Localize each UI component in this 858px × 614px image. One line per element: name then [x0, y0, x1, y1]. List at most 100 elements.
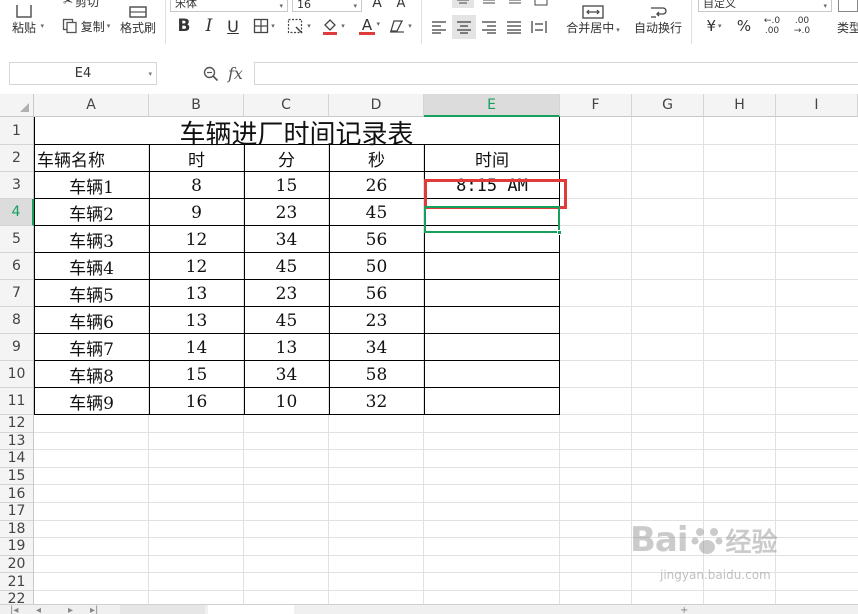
borders-button[interactable]: ▾: [249, 16, 279, 36]
data-cell-c3[interactable]: 15: [244, 172, 329, 199]
data-cell-d9[interactable]: 34: [329, 334, 424, 361]
align-left-button[interactable]: [428, 16, 450, 38]
currency-caret-icon[interactable]: ▾: [718, 22, 722, 30]
bold-button[interactable]: B: [174, 16, 194, 36]
fill-color-caret-icon[interactable]: ▾: [341, 22, 345, 30]
column-header-g[interactable]: G: [632, 94, 704, 117]
add-sheet-icon[interactable]: +: [680, 605, 688, 614]
clear-format-button[interactable]: ▾: [384, 16, 416, 36]
data-cell-a9[interactable]: 车辆7: [34, 334, 149, 361]
column-header-f[interactable]: F: [560, 94, 632, 117]
align-center-button[interactable]: [452, 15, 476, 39]
header-cell-d[interactable]: 秒: [329, 145, 424, 172]
sheet-tab[interactable]: [298, 605, 388, 614]
merge-center-caret-icon[interactable]: ▾: [616, 26, 620, 34]
row-header-6[interactable]: 6: [0, 253, 34, 280]
row-header-15[interactable]: 15: [0, 467, 34, 486]
align-bottom-button[interactable]: [504, 0, 526, 8]
cell-style-caret-icon[interactable]: ▾: [307, 22, 311, 30]
data-cell-d5[interactable]: 56: [329, 226, 424, 253]
font-color-button[interactable]: A ▾: [352, 16, 382, 36]
data-cell-c8[interactable]: 45: [244, 307, 329, 334]
justify-button[interactable]: [503, 16, 525, 38]
data-cell-c5[interactable]: 34: [244, 226, 329, 253]
row-header-13[interactable]: 13: [0, 432, 34, 451]
insert-function-button[interactable]: fx: [228, 64, 243, 83]
row-header-20[interactable]: 20: [0, 555, 34, 574]
number-format-select[interactable]: 自定义 ▾: [698, 0, 832, 12]
row-header-18[interactable]: 18: [0, 520, 34, 539]
sheet-title-cell[interactable]: 车辆进厂时间记录表: [34, 118, 559, 150]
column-header-e[interactable]: E: [424, 94, 560, 117]
percent-button[interactable]: %: [734, 16, 754, 36]
row-header-5[interactable]: 5: [0, 226, 34, 253]
row-header-2[interactable]: 2: [0, 145, 34, 172]
fill-handle[interactable]: [557, 230, 562, 235]
row-header-12[interactable]: 12: [0, 415, 34, 433]
data-cell-a6[interactable]: 车辆4: [34, 253, 149, 280]
data-cell-e11[interactable]: [424, 388, 560, 415]
sheet-tab-active[interactable]: [208, 605, 294, 614]
row-header-7[interactable]: 7: [0, 280, 34, 307]
increase-decimal-button[interactable]: ←.0 .00: [758, 14, 786, 38]
sheet-tab[interactable]: [476, 605, 556, 614]
zoom-search-icon[interactable]: [203, 66, 219, 82]
data-cell-a3[interactable]: 车辆1: [34, 172, 149, 199]
cell-style-button[interactable]: ▾: [283, 16, 315, 36]
align-middle-button[interactable]: [478, 0, 500, 8]
font-color-caret-icon[interactable]: ▾: [376, 20, 380, 28]
data-cell-a8[interactable]: 车辆6: [34, 307, 149, 334]
data-cell-d7[interactable]: 56: [329, 280, 424, 307]
name-box[interactable]: E4 ▾: [9, 62, 157, 85]
header-cell-c[interactable]: 分: [244, 145, 329, 172]
type-convert-button[interactable]: 类型: [834, 16, 858, 38]
data-cell-a5[interactable]: 车辆3: [34, 226, 149, 253]
row-header-14[interactable]: 14: [0, 450, 34, 468]
data-cell-d8[interactable]: 23: [329, 307, 424, 334]
header-cell-a[interactable]: 车辆名称: [34, 145, 149, 172]
borders-caret-icon[interactable]: ▾: [271, 22, 275, 30]
column-header-h[interactable]: H: [704, 94, 776, 117]
fill-color-button[interactable]: ▾: [318, 16, 348, 36]
row-header-17[interactable]: 17: [0, 503, 34, 521]
data-cell-b4[interactable]: 9: [149, 199, 244, 226]
grow-font-button[interactable]: A: [368, 0, 386, 11]
data-cell-b3[interactable]: 8: [149, 172, 244, 199]
data-cell-b8[interactable]: 13: [149, 307, 244, 334]
decrease-decimal-button[interactable]: .00 →.0: [788, 14, 816, 38]
data-cell-c10[interactable]: 34: [244, 361, 329, 388]
data-cell-b10[interactable]: 15: [149, 361, 244, 388]
active-cell-e4[interactable]: [424, 206, 560, 233]
format-painter-button[interactable]: 格式刷: [116, 0, 160, 40]
data-cell-d3[interactable]: 26: [329, 172, 424, 199]
sheet-tab[interactable]: [392, 605, 472, 614]
row-header-8[interactable]: 8: [0, 307, 34, 334]
data-cell-b5[interactable]: 12: [149, 226, 244, 253]
copy-button[interactable]: 复制 ▾: [56, 16, 116, 36]
font-size-select[interactable]: 16 ▾: [292, 0, 362, 12]
number-format-chevron-down-icon[interactable]: ▾: [823, 2, 827, 10]
clear-format-caret-icon[interactable]: ▾: [408, 22, 412, 30]
column-header-i[interactable]: I: [776, 94, 858, 117]
merge-center-button[interactable]: 合并居中 ▾: [560, 0, 626, 40]
data-cell-a4[interactable]: 车辆2: [34, 199, 149, 226]
align-top-button[interactable]: [452, 0, 474, 8]
sheet-tab[interactable]: [120, 605, 205, 614]
underline-button[interactable]: U: [223, 16, 243, 36]
data-cell-e6[interactable]: [424, 253, 560, 280]
font-name-select[interactable]: 宋体 ▾: [170, 0, 288, 12]
prev-sheet-nav-icon[interactable]: ◂: [36, 605, 41, 614]
row-header-9[interactable]: 9: [0, 334, 34, 361]
paste-caret-icon[interactable]: ▾: [40, 22, 44, 30]
name-box-chevron-down-icon[interactable]: ▾: [148, 70, 152, 78]
sheet-tab[interactable]: [560, 605, 640, 614]
italic-button[interactable]: I: [199, 16, 219, 36]
font-name-chevron-down-icon[interactable]: ▾: [279, 2, 283, 10]
row-header-3[interactable]: 3: [0, 172, 34, 199]
shrink-font-button[interactable]: A: [392, 0, 410, 11]
data-cell-e9[interactable]: [424, 334, 560, 361]
row-header-11[interactable]: 11: [0, 388, 34, 415]
data-cell-a10[interactable]: 车辆8: [34, 361, 149, 388]
last-sheet-nav-icon[interactable]: ▸|: [90, 605, 98, 614]
next-sheet-nav-icon[interactable]: ▸: [68, 605, 73, 614]
